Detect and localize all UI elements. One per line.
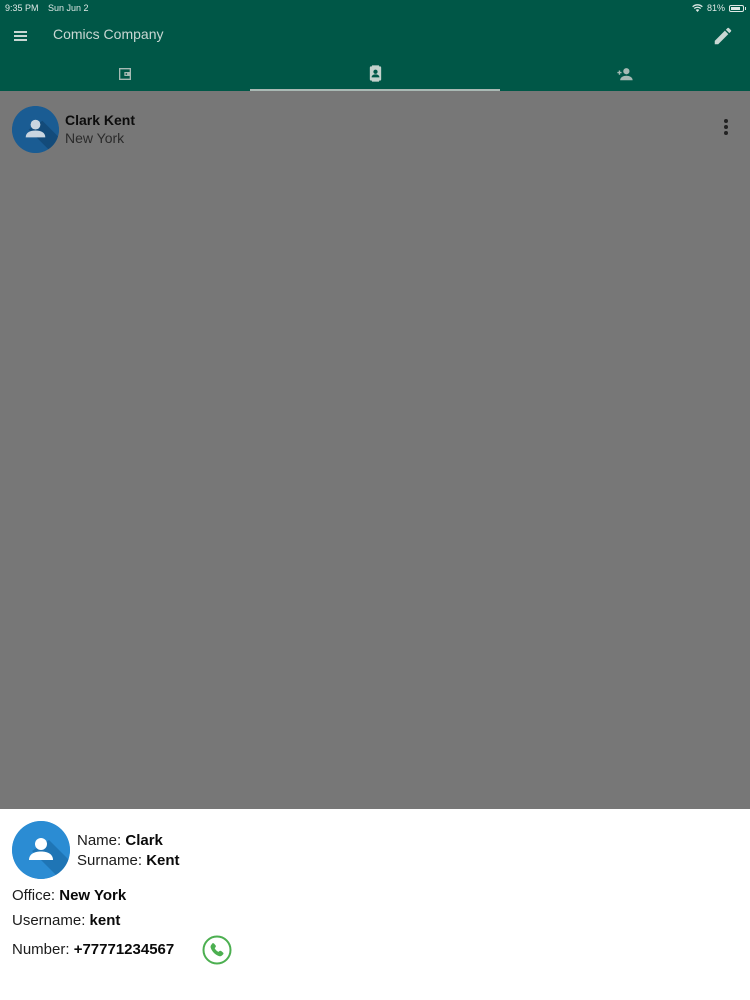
- wallet-icon: [119, 67, 131, 80]
- phone-call-icon[interactable]: [202, 935, 232, 965]
- screen: 9:35 PM Sun Jun 2 81% Comics Company Cla…: [0, 0, 750, 1000]
- detail-number: Number: +77771234567: [12, 941, 174, 958]
- surname-label: Surname:: [77, 852, 143, 869]
- number-label: Number:: [12, 941, 70, 958]
- detail-surname: Surname: Kent: [77, 852, 180, 869]
- detail-name: Name: Clark: [77, 832, 163, 849]
- contact-name: Clark Kent: [65, 112, 136, 128]
- office-value: New York: [59, 887, 127, 904]
- add-person-icon: [617, 67, 633, 80]
- status-right: 81%: [692, 0, 746, 16]
- tab-bar: [0, 56, 750, 91]
- tab-contacts[interactable]: [250, 56, 500, 91]
- contact-city: New York: [65, 130, 125, 146]
- username-value: kent: [89, 912, 121, 929]
- app-bar: Comics Company: [0, 16, 750, 56]
- list-item[interactable]: Clark Kent New York: [0, 103, 750, 155]
- menu-icon[interactable]: [12, 28, 28, 44]
- detail-office: Office: New York: [12, 887, 126, 904]
- tab-add-person[interactable]: [500, 56, 750, 91]
- battery-percent: 81%: [706, 3, 725, 13]
- name-value: Clark: [125, 832, 163, 849]
- wifi-icon: [692, 3, 703, 12]
- battery-icon: [729, 4, 746, 12]
- detail-username: Username: kent: [12, 912, 120, 929]
- status-time: 9:35 PM: [5, 3, 39, 13]
- contacts-book-icon: [369, 65, 381, 82]
- avatar: [12, 821, 70, 879]
- contact-details-sheet: Name: Clark Surname: Kent Office: New Yo…: [0, 809, 750, 1000]
- tab-wallet[interactable]: [0, 56, 250, 91]
- avatar: [12, 106, 59, 153]
- app-title: Comics Company: [53, 26, 164, 42]
- edit-pencil-icon[interactable]: [712, 25, 734, 47]
- name-label: Name:: [77, 832, 122, 849]
- surname-value: Kent: [146, 852, 180, 869]
- battery-fill: [731, 6, 740, 10]
- number-value: +77771234567: [73, 941, 175, 958]
- office-label: Office:: [12, 887, 56, 904]
- more-vert-icon[interactable]: [718, 115, 734, 139]
- username-label: Username:: [12, 912, 86, 929]
- status-bar: 9:35 PM Sun Jun 2 81%: [0, 0, 750, 16]
- status-date: Sun Jun 2: [48, 3, 89, 13]
